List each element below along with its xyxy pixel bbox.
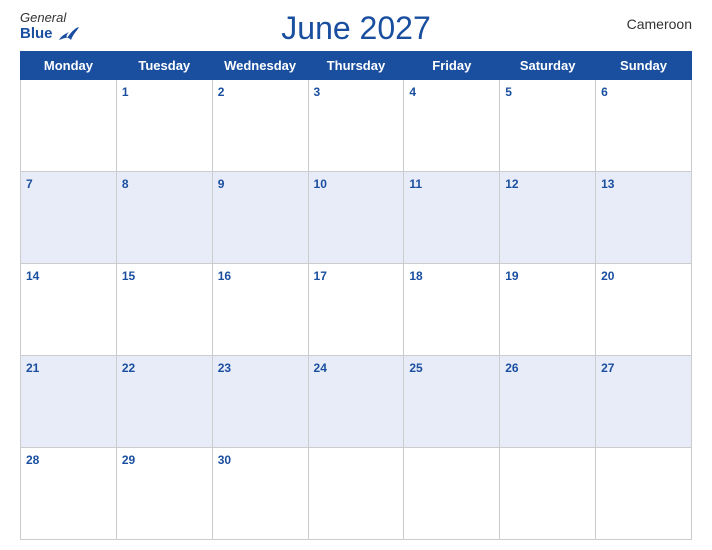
- calendar-cell: 13: [596, 172, 692, 264]
- day-number: 16: [218, 269, 231, 283]
- day-number: 10: [314, 177, 327, 191]
- calendar-cell: 1: [116, 80, 212, 172]
- calendar-cell: 2: [212, 80, 308, 172]
- calendar-cell: [500, 448, 596, 540]
- calendar-cell: 14: [21, 264, 117, 356]
- calendar-cell: 12: [500, 172, 596, 264]
- calendar-cell: 8: [116, 172, 212, 264]
- calendar-cell: 23: [212, 356, 308, 448]
- calendar-cell: 17: [308, 264, 404, 356]
- logo-blue-text: Blue: [20, 25, 53, 42]
- calendar-title-area: June 2027: [110, 10, 602, 47]
- calendar-cell: 11: [404, 172, 500, 264]
- calendar-cell: 4: [404, 80, 500, 172]
- logo: General Blue: [20, 10, 110, 42]
- calendar-cell: 22: [116, 356, 212, 448]
- calendar-week-row: 21 22 23 24 25 26 27: [21, 356, 692, 448]
- day-header-wednesday: Wednesday: [212, 52, 308, 80]
- calendar-cell: [404, 448, 500, 540]
- day-number: 26: [505, 361, 518, 375]
- calendar-cell: 26: [500, 356, 596, 448]
- day-header-thursday: Thursday: [308, 52, 404, 80]
- calendar-cell: 9: [212, 172, 308, 264]
- calendar-week-row: 1 2 3 4 5 6: [21, 80, 692, 172]
- calendar-week-row: 14 15 16 17 18 19 20: [21, 264, 692, 356]
- calendar-cell: 30: [212, 448, 308, 540]
- day-number: 21: [26, 361, 39, 375]
- calendar-cell: [21, 80, 117, 172]
- calendar-title: June 2027: [110, 10, 602, 47]
- day-number: 2: [218, 85, 225, 99]
- day-number: 12: [505, 177, 518, 191]
- day-header-tuesday: Tuesday: [116, 52, 212, 80]
- calendar-cell: [308, 448, 404, 540]
- day-number: 23: [218, 361, 231, 375]
- day-header-friday: Friday: [404, 52, 500, 80]
- calendar-cell: 15: [116, 264, 212, 356]
- day-number: 20: [601, 269, 614, 283]
- day-header-monday: Monday: [21, 52, 117, 80]
- calendar-cell: 5: [500, 80, 596, 172]
- day-number: 25: [409, 361, 422, 375]
- day-number: 17: [314, 269, 327, 283]
- calendar-header-row: MondayTuesdayWednesdayThursdayFridaySatu…: [21, 52, 692, 80]
- day-number: 3: [314, 85, 321, 99]
- day-number: 28: [26, 453, 39, 467]
- calendar-cell: 6: [596, 80, 692, 172]
- calendar-week-row: 7 8 9 10 11 12 13: [21, 172, 692, 264]
- day-number: 14: [26, 269, 39, 283]
- calendar-cell: 3: [308, 80, 404, 172]
- day-number: 27: [601, 361, 614, 375]
- calendar-cell: 25: [404, 356, 500, 448]
- calendar-cell: 28: [21, 448, 117, 540]
- calendar-cell: 16: [212, 264, 308, 356]
- calendar-cell: 27: [596, 356, 692, 448]
- day-header-sunday: Sunday: [596, 52, 692, 80]
- day-header-saturday: Saturday: [500, 52, 596, 80]
- calendar-cell: 18: [404, 264, 500, 356]
- day-number: 8: [122, 177, 129, 191]
- calendar-cell: [596, 448, 692, 540]
- day-number: 1: [122, 85, 129, 99]
- calendar-cell: 7: [21, 172, 117, 264]
- day-number: 30: [218, 453, 231, 467]
- day-number: 22: [122, 361, 135, 375]
- country-label: Cameroon: [602, 10, 692, 32]
- calendar-week-row: 28 29 30: [21, 448, 692, 540]
- day-number: 5: [505, 85, 512, 99]
- calendar-table: MondayTuesdayWednesdayThursdayFridaySatu…: [20, 51, 692, 540]
- calendar-cell: 19: [500, 264, 596, 356]
- logo-general-text: General: [20, 10, 66, 25]
- day-number: 13: [601, 177, 614, 191]
- day-number: 7: [26, 177, 33, 191]
- calendar-cell: 20: [596, 264, 692, 356]
- day-number: 11: [409, 177, 422, 191]
- day-number: 19: [505, 269, 518, 283]
- day-number: 24: [314, 361, 327, 375]
- day-number: 6: [601, 85, 608, 99]
- day-number: 18: [409, 269, 422, 283]
- calendar-cell: 29: [116, 448, 212, 540]
- day-number: 15: [122, 269, 135, 283]
- calendar-cell: 21: [21, 356, 117, 448]
- logo-bird-icon: [57, 26, 79, 42]
- calendar-header: General Blue June 2027 Cameroon: [20, 10, 692, 47]
- calendar-cell: 24: [308, 356, 404, 448]
- day-number: 4: [409, 85, 416, 99]
- day-number: 29: [122, 453, 135, 467]
- calendar-cell: 10: [308, 172, 404, 264]
- day-number: 9: [218, 177, 225, 191]
